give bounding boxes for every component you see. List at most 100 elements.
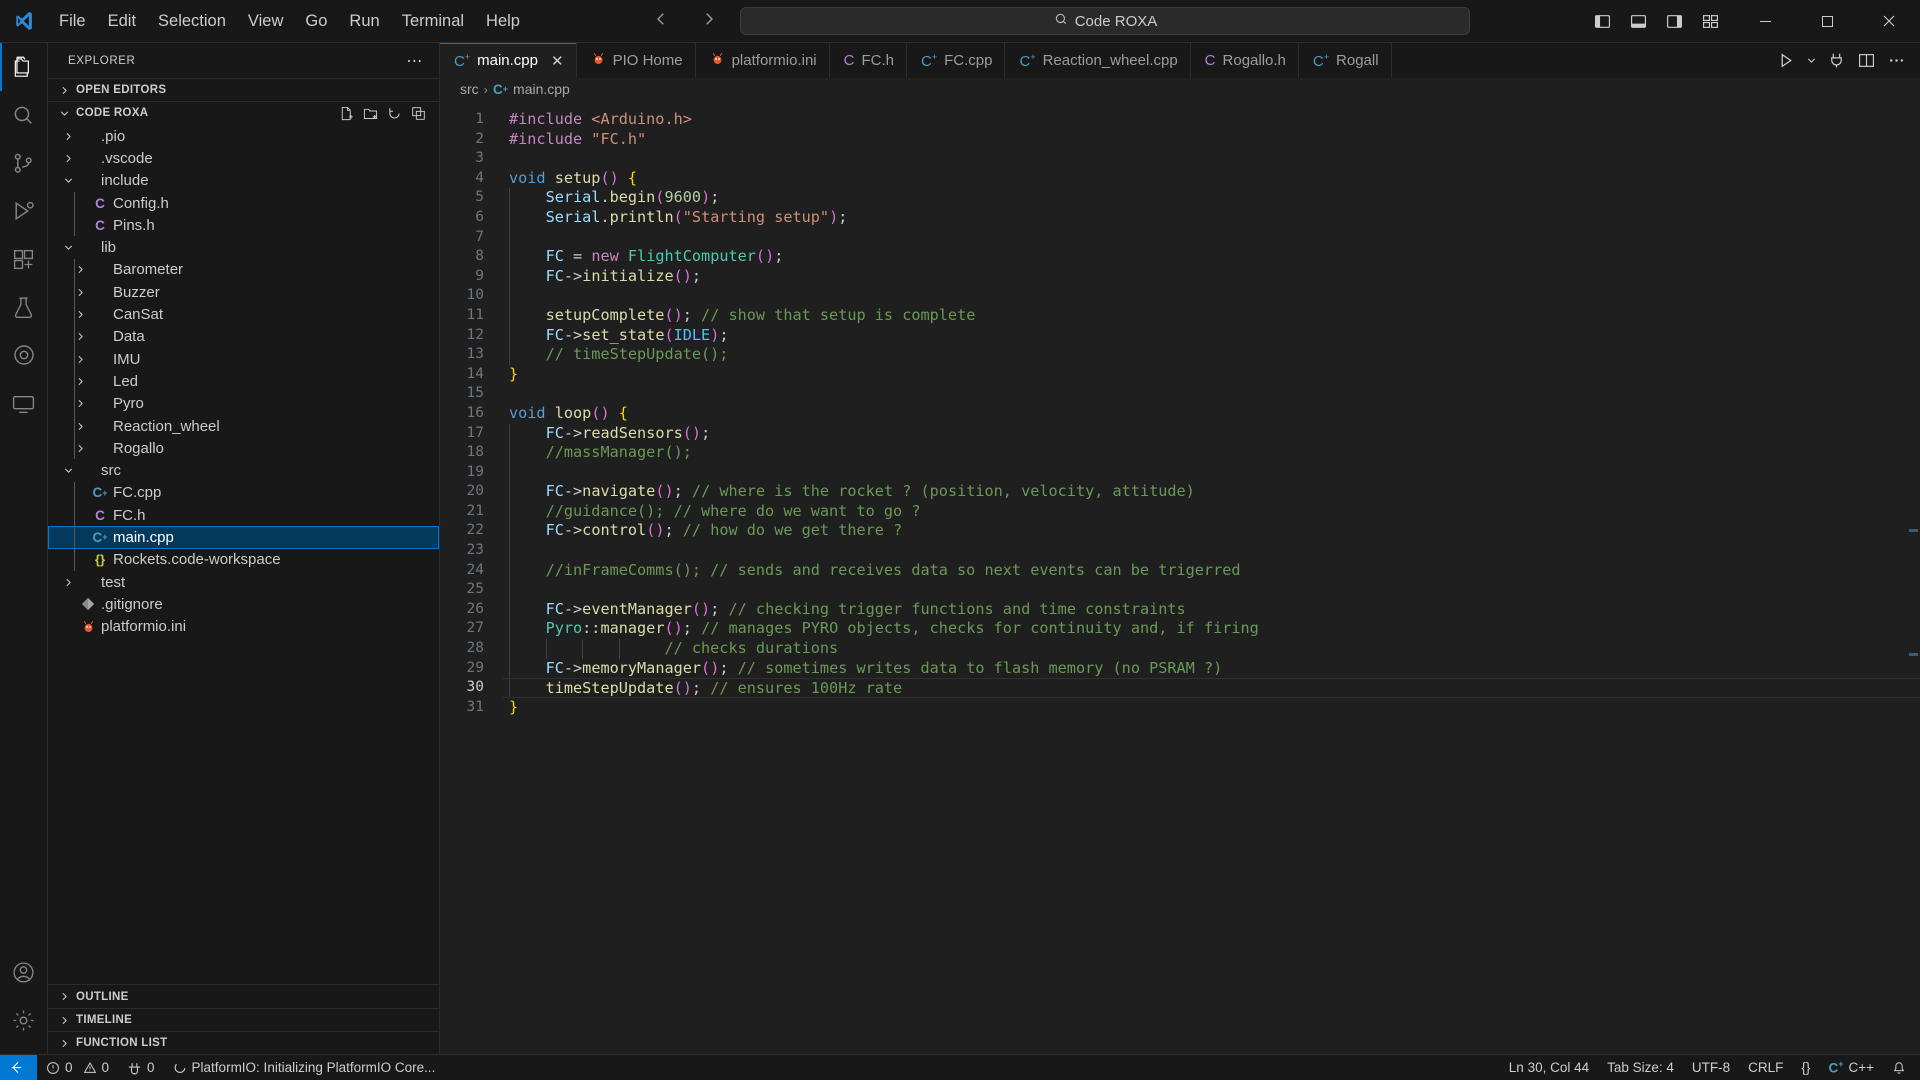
code-line[interactable]: setupComplete(); // show that setup is c… [502,305,1920,326]
menu-help[interactable]: Help [475,6,531,36]
breadcrumb[interactable]: src › C + main.cpp [440,78,1920,100]
section-function-list[interactable]: FUNCTION LIST [48,1031,439,1054]
tree-item-config-h[interactable]: C Config.h [48,191,439,215]
tree-item-fc-h[interactable]: C FC.h [48,504,439,527]
code-line[interactable]: // timeStepUpdate(); [502,345,1920,365]
tree-item-main-cpp[interactable]: C + main.cpp [48,526,439,549]
toggle-secondary-sidebar-icon[interactable] [1656,0,1692,43]
code-line[interactable]: FC->eventManager(); // checking trigger … [502,599,1920,620]
activitybar-manage-settings[interactable] [0,996,48,1044]
language-mode[interactable]: C+ C++ [1819,1055,1883,1080]
code-line[interactable]: FC->navigate(); // where is the rocket ?… [502,482,1920,502]
code-line[interactable]: } [502,365,1920,385]
code-line[interactable]: #include "FC.h" [502,130,1920,150]
activitybar-search[interactable] [0,91,48,139]
editor-more-actions-icon[interactable] [1882,47,1910,75]
section-outline[interactable]: OUTLINE [48,985,439,1008]
editor-tab-platformio-ini[interactable]: platformio.ini [695,43,830,78]
minimize-button[interactable] [1734,0,1796,43]
menu-terminal[interactable]: Terminal [391,6,475,36]
code-line[interactable]: FC->control(); // how do we get there ? [502,521,1920,542]
code-line[interactable]: FC = new FlightComputer(); [502,247,1920,267]
code-editor[interactable]: 1 2 3 4 5 6 7 8 9 10 11 12 13 14 15 16 17 18 19 20 21 22 23 24 2… [440,100,1920,1054]
tree-item-pyro[interactable]: Pyro [48,392,439,415]
code-line[interactable]: FC->set_state(IDLE); [502,325,1920,346]
code-line[interactable] [502,227,1920,248]
tree-item-lib[interactable]: lib [48,236,439,258]
serial-monitor-icon[interactable] [1822,47,1850,75]
editor-scrollbar[interactable] [1906,100,1920,1054]
code-line[interactable]: //massManager(); [502,443,1920,463]
split-editor-right-icon[interactable] [1852,47,1880,75]
navigate-forward-button[interactable] [692,6,726,37]
tree-item-platformio-ini[interactable]: platformio.ini [48,616,439,638]
section-timeline[interactable]: TIMELINE [48,1008,439,1031]
menu-go[interactable]: Go [294,6,338,36]
section-code-roxa[interactable]: CODE ROXA [48,101,439,124]
code-line[interactable]: // checks durations [502,639,1920,659]
activitybar-explorer[interactable] [0,43,48,91]
editor-tab-reaction-wheel-cpp[interactable]: C+ Reaction_wheel.cpp [1005,43,1191,78]
toggle-panel-icon[interactable] [1620,0,1656,43]
tree-item-include[interactable]: include [48,170,439,192]
tree-item-imu[interactable]: IMU [48,347,439,371]
menu-view[interactable]: View [237,6,294,36]
refresh-explorer-icon[interactable] [383,102,405,124]
format-braces-icon[interactable]: {} [1792,1055,1819,1080]
tree-item-cansat[interactable]: CanSat [48,303,439,326]
maximize-button[interactable] [1796,0,1858,43]
code-line[interactable] [502,286,1920,306]
close-button[interactable] [1858,0,1920,43]
activitybar-platformio[interactable] [0,331,48,379]
code-line[interactable]: FC->memoryManager(); // sometimes writes… [502,658,1920,679]
activitybar-extensions[interactable] [0,235,48,283]
command-center[interactable]: Code ROXA [740,7,1471,35]
editor-tabs[interactable]: C+ main.cpp ✕ PIO Home platformio.ini C FC.h C+… [440,43,1762,78]
tab-size[interactable]: Tab Size: 4 [1598,1055,1683,1080]
activitybar-source-control[interactable] [0,139,48,187]
code-line[interactable]: //inFrameComms(); // sends and receives … [502,560,1920,581]
tree-item-reaction-wheel[interactable]: Reaction_wheel [48,414,439,438]
breadcrumb-folder[interactable]: src [460,81,479,97]
task-status[interactable]: PlatformIO: Initializing PlatformIO Core… [164,1055,445,1080]
notifications-bell-icon[interactable] [1883,1055,1920,1080]
code-line[interactable]: #include <Arduino.h> [502,110,1920,130]
run-options-chevron-icon[interactable] [1802,47,1820,75]
code-line[interactable]: //guidance(); // where do we want to go … [502,501,1920,522]
code-line[interactable]: Serial.begin(9600); [502,188,1920,208]
ports-button[interactable]: 0 [118,1055,164,1080]
menu-run[interactable]: Run [338,6,390,36]
menu-edit[interactable]: Edit [97,6,147,36]
tree-item-led[interactable]: Led [48,370,439,393]
problems-button[interactable]: 0 0 [37,1055,118,1080]
tree-item-rockets-code-workspace[interactable]: {} Rockets.code-workspace [48,548,439,571]
customize-layout-icon[interactable] [1692,0,1728,43]
tree-item--vscode[interactable]: .vscode [48,147,439,169]
code-content[interactable]: #include <Arduino.h> #include "FC.h" void … [502,100,1920,1054]
tree-item--pio[interactable]: .pio [48,125,439,147]
tree-item-pins-h[interactable]: C Pins.h [48,214,439,237]
toggle-primary-sidebar-icon[interactable] [1584,0,1620,43]
editor-tab-fc-h[interactable]: C FC.h [829,43,907,78]
code-line[interactable]: FC->readSensors(); [502,423,1920,444]
editor-tab-main-cpp[interactable]: C+ main.cpp ✕ [440,43,577,78]
code-line[interactable] [502,541,1920,561]
breadcrumb-file[interactable]: main.cpp [513,81,570,97]
tree-item-buzzer[interactable]: Buzzer [48,281,439,304]
code-line[interactable]: void loop() { [502,404,1920,424]
close-tab-icon[interactable]: ✕ [551,52,564,70]
editor-tab-fc-cpp[interactable]: C+ FC.cpp [907,43,1006,78]
code-line[interactable] [502,580,1920,600]
menu-selection[interactable]: Selection [147,6,237,36]
tree-item-test[interactable]: test [48,571,439,593]
activitybar-run-debug[interactable] [0,187,48,235]
remote-host-button[interactable] [0,1054,37,1080]
tree-item-fc-cpp[interactable]: C + FC.cpp [48,481,439,505]
run-code-button[interactable] [1772,47,1800,75]
code-line[interactable] [502,384,1920,404]
end-of-line[interactable]: CRLF [1739,1055,1792,1080]
code-line[interactable]: Serial.println("Starting setup"); [502,207,1920,228]
tree-item-rogallo[interactable]: Rogallo [48,437,439,460]
tree-item-barometer[interactable]: Barometer [48,258,439,282]
code-line[interactable] [502,149,1920,169]
